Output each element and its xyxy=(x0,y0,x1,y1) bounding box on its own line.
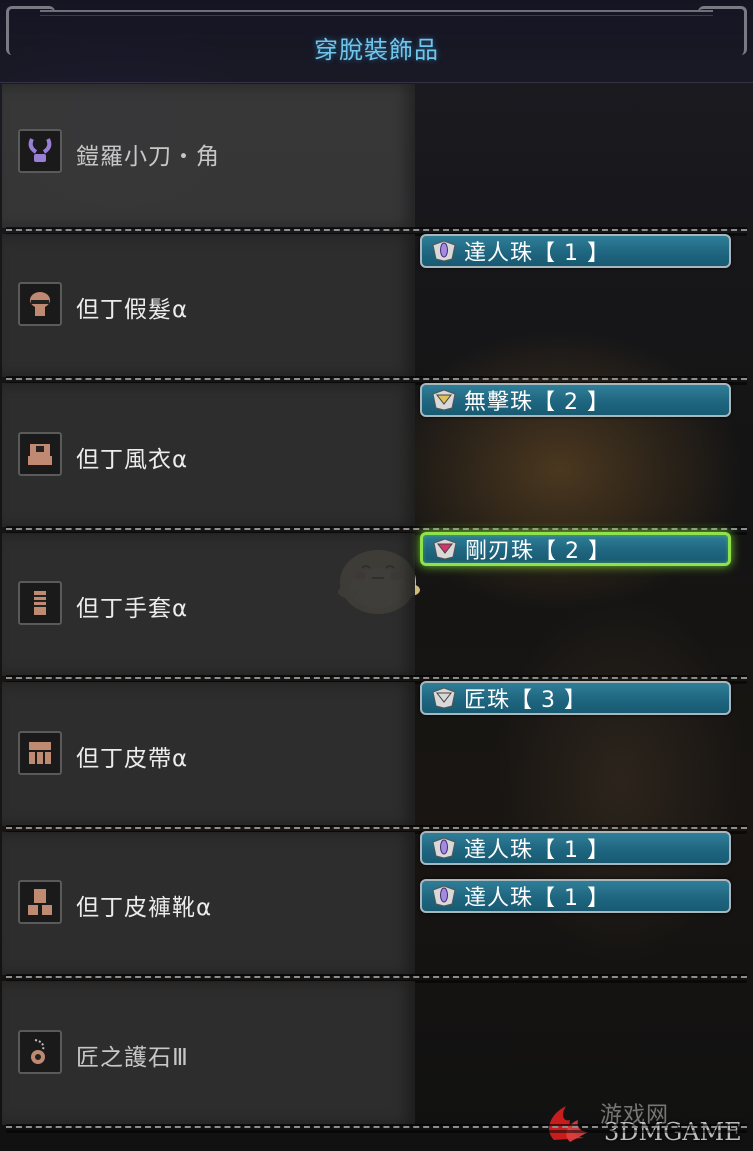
decoration-gem-frame xyxy=(431,537,459,561)
row-divider xyxy=(6,677,747,684)
arms-icon xyxy=(34,591,46,616)
equipment-row[interactable] xyxy=(2,981,415,1125)
decoration-slot[interactable]: 剛刃珠【 2 】 xyxy=(420,532,731,566)
decoration-slot[interactable]: 達人珠【 1 】 xyxy=(420,879,731,913)
decoration-gem-frame xyxy=(430,836,458,860)
equipment-name: 但丁皮帶α xyxy=(76,745,189,772)
decoration-gem-purple-icon xyxy=(432,837,456,859)
decoration-slot[interactable]: 匠珠【 3 】 xyxy=(420,681,731,715)
equipment-row[interactable] xyxy=(2,532,415,676)
weapon-icon xyxy=(28,137,52,162)
helm-icon xyxy=(30,292,50,317)
equipment-name: 但丁假髮α xyxy=(76,297,189,324)
row-divider xyxy=(6,976,747,983)
chest-icon xyxy=(28,443,52,465)
decoration-gem-silver-icon xyxy=(432,687,456,709)
decoration-gem-frame xyxy=(430,388,458,412)
decoration-gem-purple-icon xyxy=(432,885,456,907)
decoration-label: 達人珠【 1 】 xyxy=(464,241,610,266)
legs-icon xyxy=(28,889,52,916)
equipment-name: 但丁風衣α xyxy=(76,446,189,473)
equipment-name: 但丁手套α xyxy=(76,596,189,623)
decoration-gem-purple-icon xyxy=(432,240,456,262)
row-divider xyxy=(6,378,747,385)
equipment-row[interactable] xyxy=(2,383,415,527)
equipment-name: 但丁皮褲靴α xyxy=(76,895,213,922)
equipment-slot-icon xyxy=(18,1029,62,1074)
decoration-gem-frame xyxy=(430,884,458,908)
decoration-label: 無擊珠【 2 】 xyxy=(464,390,610,415)
equipment-slot-icon xyxy=(18,880,62,925)
charm-icon xyxy=(31,1038,45,1064)
decoration-label: 達人珠【 1 】 xyxy=(464,838,610,863)
row-divider xyxy=(6,826,747,834)
row-divider xyxy=(6,1125,747,1133)
decoration-label: 達人珠【 1 】 xyxy=(464,886,610,911)
equipment-name: 鎧羅小刀・角 xyxy=(76,143,220,170)
decoration-gem-gold-icon xyxy=(432,389,456,411)
row-divider xyxy=(6,527,747,535)
equipment-name: 匠之護石Ⅲ xyxy=(76,1044,189,1071)
decoration-slot[interactable]: 無擊珠【 2 】 xyxy=(420,383,731,417)
header-frame: 穿脫裝飾品 xyxy=(0,0,753,83)
decoration-slot[interactable]: 達人珠【 1 】 xyxy=(420,234,731,268)
decoration-label: 剛刃珠【 2 】 xyxy=(465,539,611,564)
equipment-row[interactable] xyxy=(2,233,415,377)
row-divider xyxy=(6,228,747,236)
equipment-slot-icon xyxy=(18,730,62,775)
decoration-slot[interactable]: 達人珠【 1 】 xyxy=(420,831,731,865)
decoration-gem-frame xyxy=(430,686,458,710)
equipment-row[interactable] xyxy=(2,682,415,826)
page-title: 穿脫裝飾品 xyxy=(314,36,439,64)
waist-icon xyxy=(29,741,51,764)
equipment-slot-icon xyxy=(18,581,62,626)
equipment-slot-icon xyxy=(18,431,62,476)
equipment-slot-icon xyxy=(18,128,62,173)
decoration-gem-red-icon xyxy=(433,538,457,560)
decoration-label: 匠珠【 3 】 xyxy=(464,688,587,713)
decoration-gem-frame xyxy=(430,239,458,263)
equipment-slot-icon xyxy=(18,282,62,327)
header-ornament-line xyxy=(40,10,713,16)
